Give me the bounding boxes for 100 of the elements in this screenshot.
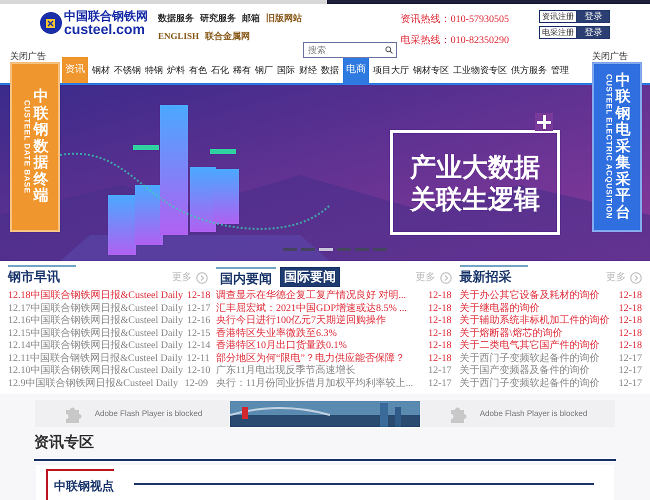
nav-tab[interactable]: 项目大厅: [373, 57, 409, 83]
news-link[interactable]: 广东11月电出现反季节高速增长: [216, 365, 356, 378]
close-ad-link[interactable]: 关闭广告: [592, 50, 642, 62]
news-link[interactable]: 调查显示在华德企复工复产情况良好 对明...: [216, 290, 406, 302]
news-date: 12-18: [618, 315, 642, 328]
login-button[interactable]: 登录: [577, 10, 610, 23]
nav-tab[interactable]: 有色: [189, 57, 207, 83]
nav-tab[interactable]: 特钢: [145, 57, 163, 83]
news-tab[interactable]: 国际要闻: [280, 267, 340, 287]
logo-domain: custeel.com: [64, 22, 145, 36]
news-date: 12-17: [618, 352, 642, 365]
news-date: 12-18: [428, 315, 452, 328]
news-date: 12-18: [618, 302, 642, 315]
header-link[interactable]: 数据服务: [158, 12, 194, 26]
search-icon: [385, 46, 393, 54]
news-heading: 钢市早讯: [8, 265, 76, 287]
news-date: 12-17: [618, 378, 642, 390]
flash-blocked-text: Adobe Flash Player is blocked: [480, 408, 588, 420]
ad-title: 中联钢数据终端: [34, 89, 48, 205]
flash-blocked-text: Adobe Flash Player is blocked: [94, 408, 202, 420]
news-link[interactable]: 关于熔断器\熔芯的询价: [460, 328, 562, 340]
login-button[interactable]: 登录: [577, 26, 610, 39]
news-link[interactable]: 12.14中国联合钢铁网日报&Custeel Daily: [8, 340, 183, 352]
news-heading: 最新招采: [460, 265, 528, 287]
news-date: 12-15: [187, 328, 210, 340]
logo-name: 中国联合钢铁网: [64, 10, 148, 22]
logo-icon: [40, 12, 62, 34]
nav-tab[interactable]: 管理: [551, 57, 569, 83]
news-date: 12-18: [618, 290, 642, 302]
ad-title: 中联钢电采集采平台: [616, 72, 630, 222]
news-link[interactable]: 关于辅助系统非标机加工件的询价: [460, 315, 610, 328]
nav-tab[interactable]: 工业物资专区: [453, 57, 507, 83]
news-date: 12-18: [618, 328, 642, 340]
news-link[interactable]: 关于西门子变频软起备件的询价: [460, 378, 600, 390]
news-date: 12-18: [428, 352, 452, 365]
news-date: 12-18: [187, 290, 210, 302]
hotline-text: 电采热线：010-82350290: [400, 34, 509, 48]
news-date: 12-14: [187, 340, 210, 352]
news-link[interactable]: 12.15中国联合钢铁网日报&Custeel Daily: [8, 328, 183, 340]
nav-tab[interactable]: 钢材专区: [413, 57, 449, 83]
nav-tab[interactable]: 电商: [343, 57, 369, 83]
news-link[interactable]: 关于继电器的询价: [460, 302, 540, 315]
news-date: 12-09: [184, 378, 208, 390]
nav-tab[interactable]: 数据: [321, 57, 339, 83]
nav-tab[interactable]: 石化: [211, 57, 229, 83]
ad-subtitle: CUSTEEL DATE BASE: [22, 100, 32, 194]
news-date: 12-10: [187, 365, 210, 378]
card-title: 中联钢视点: [54, 479, 114, 493]
news-link[interactable]: 12.18中国联合钢铁网日报&Custeel Daily: [8, 290, 183, 302]
header-link[interactable]: 联合金属网: [205, 30, 250, 43]
news-link[interactable]: 香港特区10月出口货量跌0.1%: [216, 340, 347, 352]
news-link[interactable]: 香港特区失业率微跌至6.3%: [216, 328, 337, 340]
search-field[interactable]: 搜索: [303, 42, 397, 58]
ad-subtitle: CUSTEEL ELECTRIC ACQUSITION: [604, 74, 614, 220]
news-date: 12-18: [428, 340, 452, 352]
hotline-text: 资讯热线：010-57930505: [400, 12, 509, 27]
nav-tab[interactable]: 钢厂: [255, 57, 273, 83]
news-link[interactable]: 央行今日进行100亿元7天期逆回购操作: [216, 315, 386, 328]
arrow-circle-icon[interactable]: [630, 272, 642, 284]
news-link[interactable]: 12.17中国联合钢铁网日报&Custeel Daily: [8, 302, 183, 315]
news-date: 12-17: [428, 378, 452, 390]
news-date: 12-18: [428, 328, 452, 340]
news-link[interactable]: 关于西门子变频软起备件的询价: [460, 352, 600, 365]
news-link[interactable]: 汇丰屈宏斌：2021中国GDP增速或达8.5% ...: [216, 302, 407, 315]
news-link[interactable]: 关于国产变频器及备件的询价: [460, 365, 590, 378]
nav-tab[interactable]: 财经: [299, 57, 317, 83]
news-link[interactable]: 12.10中国联合钢铁网日报&Custeel Daily: [8, 365, 183, 378]
news-link[interactable]: 12.11中国联合钢铁网日报&Custeel Daily: [8, 352, 183, 365]
close-ad-link[interactable]: 关闭广告: [10, 50, 60, 62]
news-date: 12-11: [186, 352, 210, 365]
news-date: 12-18: [428, 302, 452, 315]
arrow-circle-icon[interactable]: [440, 272, 452, 284]
header-link[interactable]: ENGLISH: [158, 30, 200, 43]
news-link[interactable]: 部分地区为何“限电”？电力供应能否保障？: [216, 352, 405, 365]
nav-tab[interactable]: 供方服务: [511, 57, 547, 83]
news-date: 12-17: [187, 302, 210, 315]
nav-tab[interactable]: 炉料: [167, 57, 185, 83]
section-title: 资讯专区: [34, 434, 94, 451]
nav-tab[interactable]: 钢材: [92, 57, 110, 83]
news-date: 12-17: [618, 365, 642, 378]
banner-headline: 产业大数据: [410, 154, 540, 180]
register-button[interactable]: 资讯注册: [539, 10, 577, 23]
news-link[interactable]: 关于办公其它设备及耗材的询价: [460, 290, 600, 302]
header-link[interactable]: 研究服务: [200, 12, 236, 26]
news-link[interactable]: 12.16中国联合钢铁网日报&Custeel Daily: [8, 315, 183, 328]
nav-tab[interactable]: 国际: [277, 57, 295, 83]
header-link[interactable]: 邮箱: [242, 12, 260, 26]
news-link[interactable]: 关于二类电气其它国产件的询价: [460, 340, 600, 352]
arrow-circle-icon[interactable]: [196, 272, 208, 284]
news-date: 12-18: [618, 340, 642, 352]
header-link[interactable]: 旧版网站: [266, 12, 302, 26]
news-link[interactable]: 央行：11月份同业拆借月加权平均利率较上...: [216, 378, 414, 390]
news-date: 12-17: [428, 365, 452, 378]
news-tab[interactable]: 国内要闻: [216, 267, 276, 287]
register-button[interactable]: 电采注册: [539, 26, 577, 39]
nav-tab[interactable]: 稀有: [233, 57, 251, 83]
news-link[interactable]: 12.9中国联合钢铁网日报&Custeel Daily: [8, 378, 178, 390]
news-date: 12-16: [187, 315, 210, 328]
news-date: 12-18: [428, 290, 452, 302]
nav-tab[interactable]: 不锈钢: [114, 57, 141, 83]
